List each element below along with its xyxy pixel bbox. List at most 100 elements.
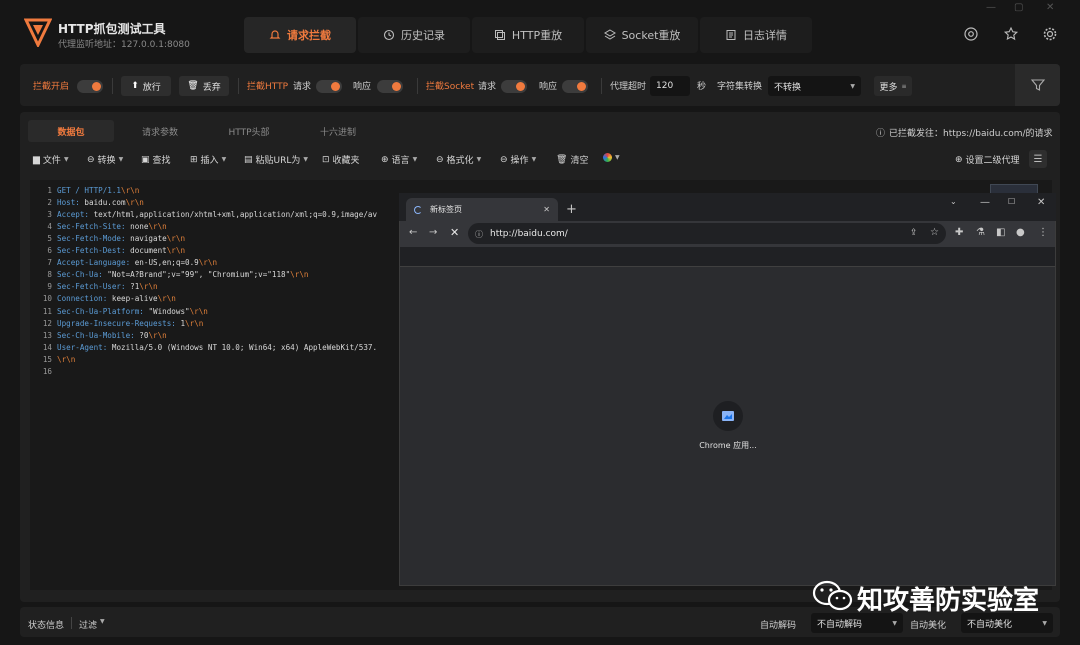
menu-find[interactable]: ▣ 查找 <box>141 153 171 167</box>
chevron-down-icon: ▼ <box>892 619 897 627</box>
maximize-icon[interactable]: ▢ <box>1014 2 1023 13</box>
release-button[interactable]: ⬆ 放行 <box>121 76 171 96</box>
menu-file[interactable]: ▆ 文件 ▼ <box>33 153 69 167</box>
subtab-request-params[interactable]: 请求参数 <box>117 120 203 142</box>
profile-icon[interactable]: ● <box>1016 227 1025 238</box>
tab-log-details[interactable]: 日志详情 <box>700 17 812 53</box>
http-request-toggle[interactable] <box>316 80 342 93</box>
extensions-icon[interactable]: ✚ <box>955 227 963 238</box>
crlf-marker: \r\n <box>166 234 186 244</box>
address-bar-url: http://baidu.com/ <box>490 228 568 239</box>
socket-response-label: 响应 <box>539 82 558 92</box>
subtab-packet[interactable]: 数据包 <box>28 120 114 142</box>
site-info-icon[interactable]: ⓘ <box>475 229 483 240</box>
header-key: Sec-Fetch-Site: <box>57 222 126 232</box>
intercept-toggle[interactable] <box>77 80 103 93</box>
proxy-address: 代理监听地址：127.0.0.1:8080 <box>58 40 190 50</box>
auto-decode-value: 不自动解码 <box>817 619 863 630</box>
new-tab-icon[interactable]: + <box>566 202 577 217</box>
intercept-on-label: 拦截开启 <box>33 82 70 92</box>
chrome-app-label: Chrome 应用... <box>699 441 757 450</box>
code-line: Accept: text/html,application/xhtml+xml,… <box>57 210 377 219</box>
menu-bookmarks[interactable]: ⊡ 收藏夹 <box>322 153 360 167</box>
more-button[interactable]: 更多 ≡ <box>874 76 912 96</box>
charset-select[interactable]: 不转换 ▼ <box>768 76 861 96</box>
timeout-input[interactable]: 120 <box>650 76 690 96</box>
menu-label: 插入 <box>200 156 219 166</box>
gear-icon[interactable] <box>1042 26 1058 42</box>
subtab-hex[interactable]: 十六进制 <box>295 120 381 142</box>
loading-spinner-icon <box>414 205 422 214</box>
line-number: 14 <box>42 342 52 352</box>
star-list-icon[interactable] <box>1003 26 1019 42</box>
intercept-http-label: 拦截HTTP <box>247 82 289 92</box>
header-value: baidu.com <box>79 198 126 208</box>
menu-label: 查找 <box>152 156 171 166</box>
tab-history[interactable]: 历史记录 <box>358 17 470 53</box>
back-arrow-icon[interactable]: ← <box>409 227 417 238</box>
menu-convert[interactable]: ⊖ 转换 ▼ <box>87 153 123 167</box>
code-line: Sec-Ch-Ua: "Not=A?Brand";v="99", "Chromi… <box>57 270 308 279</box>
minimize-icon[interactable]: — <box>980 197 990 208</box>
http-response-toggle[interactable] <box>377 80 403 93</box>
menu-theme[interactable]: ▼ <box>603 153 620 162</box>
chevron-down-icon: ▼ <box>100 618 105 625</box>
minimize-icon[interactable]: — <box>986 2 996 13</box>
close-icon[interactable]: ✕ <box>1037 197 1045 208</box>
header-value: 1 <box>175 318 186 328</box>
tab-request-intercept[interactable]: 请求拦截 <box>244 17 356 53</box>
chevron-down-icon: ▼ <box>63 156 69 163</box>
header-key: Sec-Ch-Ua-Mobile: <box>57 330 135 340</box>
menu-clear[interactable]: 🗑 清空 <box>556 153 588 167</box>
tab-label: Socket重放 <box>621 29 681 42</box>
side-panel-icon[interactable]: ◧ <box>996 227 1005 238</box>
menu-language[interactable]: ⊕ 语言 ▼ <box>381 153 417 167</box>
header-value: "Not=A?Brand";v="99", "Chromium";v="118" <box>102 270 291 280</box>
divider <box>601 78 602 94</box>
filter-button[interactable] <box>1015 64 1060 106</box>
header-value: none <box>125 222 149 232</box>
code-line: Host: baidu.com\r\n <box>57 198 144 207</box>
tab-socket-replay[interactable]: Socket重放 <box>586 17 698 53</box>
chrome-app-icon[interactable] <box>713 401 743 431</box>
discard-button[interactable]: 🗑 丢弃 <box>179 76 229 96</box>
bookmark-star-icon[interactable]: ☆ <box>930 227 939 238</box>
line-number: 5 <box>47 234 52 244</box>
subtab-http-headers[interactable]: HTTP头部 <box>206 120 292 142</box>
stop-loading-icon[interactable]: ✕ <box>450 226 459 239</box>
code-line: Sec-Fetch-Site: none\r\n <box>57 222 167 231</box>
tab-label: 历史记录 <box>401 29 445 42</box>
layers-icon <box>603 29 616 40</box>
header-key: Connection: <box>57 294 108 304</box>
share-icon[interactable]: ⇪ <box>910 228 918 238</box>
paste-icon: ▤ <box>244 154 253 165</box>
tab-search-icon[interactable]: ⌄ <box>950 197 957 206</box>
release-label: 放行 <box>142 82 161 93</box>
maximize-icon[interactable]: ☐ <box>1008 197 1015 206</box>
header-key: Sec-Ch-Ua-Platform: <box>57 306 144 316</box>
discard-label: 丢弃 <box>202 82 221 93</box>
chrome-browser-icon[interactable] <box>963 26 979 42</box>
menu-insert[interactable]: ⊞ 插入 ▼ <box>190 153 226 167</box>
chevron-down-icon: ▼ <box>476 156 482 163</box>
socket-request-toggle[interactable] <box>501 80 527 93</box>
crlf-marker: \r\n <box>121 186 140 195</box>
more-vert-icon[interactable]: ⋮ <box>1038 227 1048 238</box>
tab-close-icon[interactable]: ✕ <box>543 205 550 214</box>
chrome-tab[interactable]: 新标签页 ✕ <box>406 198 558 221</box>
menu-paste-url[interactable]: ▤ 粘贴URL为 ▼ <box>244 153 308 167</box>
close-icon[interactable]: ✕ <box>1046 2 1054 13</box>
forward-arrow-icon[interactable]: → <box>429 227 437 238</box>
menu-format[interactable]: ⊖ 格式化 ▼ <box>436 153 482 167</box>
address-bar[interactable]: http://baidu.com/ <box>468 223 946 244</box>
filter-dropdown[interactable]: 过滤 ▼ <box>79 618 105 631</box>
menu-actions[interactable]: ⊖ 操作 ▼ <box>500 153 536 167</box>
tab-http-replay[interactable]: HTTP重放 <box>472 17 584 53</box>
crlf-marker: \r\n <box>290 270 309 280</box>
tab-label: 日志详情 <box>743 29 787 42</box>
settings-sliders-icon[interactable]: ☰ <box>1029 150 1047 168</box>
flask-icon[interactable]: ⚗ <box>976 227 985 238</box>
socket-response-toggle[interactable] <box>562 80 588 93</box>
second-proxy-button[interactable]: ⊕ 设置二级代理 <box>955 153 1020 167</box>
plus-circle-icon: ⊕ <box>955 154 963 165</box>
